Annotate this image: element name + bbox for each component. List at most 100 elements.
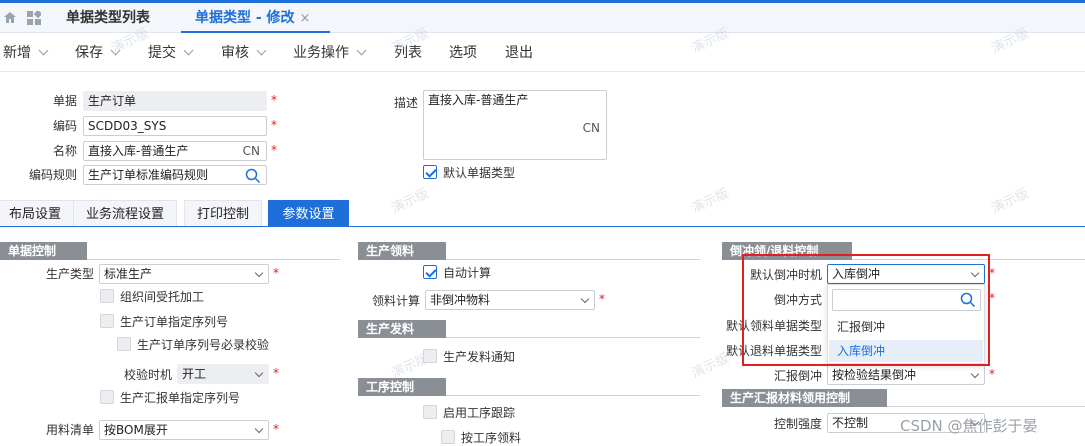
- check-time-select[interactable]: 开工: [177, 364, 269, 384]
- close-icon[interactable]: ×: [299, 11, 310, 26]
- desc-value: 直接入库-普通生产: [428, 93, 529, 107]
- tab-layout[interactable]: 布局设置: [0, 200, 75, 227]
- bom-value: 按BOM展开: [104, 423, 168, 437]
- doc-value: 生产订单: [88, 94, 137, 108]
- watermark: 演示版: [989, 186, 1032, 217]
- tab-bar: 单据类型列表 单据类型 - 修改 ×: [0, 3, 1085, 33]
- audit-button-label: 审核: [221, 45, 249, 61]
- report-seq-checkbox[interactable]: [100, 390, 114, 404]
- apps-icon[interactable]: [27, 9, 43, 25]
- section-title: 工序控制: [366, 380, 415, 394]
- toolbar: 新增 保存 提交 审核 业务操作 列表 选项 退出: [0, 34, 1085, 72]
- default-type-label: 默认单据类型: [443, 166, 516, 180]
- tab-params[interactable]: 参数设置: [268, 200, 349, 227]
- tab-underline: [0, 226, 1085, 227]
- language-suffix[interactable]: CN: [583, 119, 600, 137]
- outsource-checkbox[interactable]: [100, 289, 114, 303]
- bom-label: 用料清单: [45, 423, 94, 437]
- route-track-checkbox[interactable]: [423, 405, 437, 419]
- required-mark: *: [271, 118, 277, 132]
- options-button[interactable]: 选项: [449, 34, 477, 72]
- required-mark: *: [271, 93, 277, 107]
- name-label: 名称: [52, 144, 77, 158]
- section-report-material: 生产汇报材料领用控制: [722, 389, 1085, 407]
- required-mark: *: [273, 266, 279, 280]
- section-route-control: 工序控制: [358, 378, 700, 396]
- tab-edit[interactable]: 单据类型 - 修改 ×: [181, 3, 331, 33]
- auto-calc-checkbox[interactable]: [423, 265, 437, 279]
- chevron-down-icon: [183, 45, 194, 56]
- name-field[interactable]: 直接入库-普通生产 CN: [83, 141, 267, 161]
- report-bf-label: 汇报倒冲: [773, 369, 822, 383]
- audit-button[interactable]: 审核: [221, 34, 267, 72]
- save-button-label: 保存: [75, 45, 103, 61]
- chevron-down-icon: [356, 45, 367, 56]
- doc-field: 生产订单: [83, 91, 267, 111]
- watermark: 演示版: [389, 186, 432, 217]
- bom-select[interactable]: 按BOM展开: [99, 420, 269, 440]
- submit-button[interactable]: 提交: [148, 34, 194, 72]
- rule-value: 生产订单标准编码规则: [88, 168, 209, 182]
- pick-calc-label: 领料计算: [371, 294, 420, 308]
- section-title: 单据控制: [8, 244, 57, 258]
- ctrl-label: 控制强度: [773, 417, 822, 431]
- new-button[interactable]: 新增: [3, 34, 49, 72]
- order-seq-required-label: 生产订单序列号必录校验: [137, 338, 270, 352]
- default-type-checkbox[interactable]: [423, 165, 437, 179]
- tab-print[interactable]: 打印控制: [184, 200, 263, 227]
- pick-calc-value: 非倒冲物料: [430, 293, 491, 307]
- tab-workflow[interactable]: 业务流程设置: [73, 200, 178, 227]
- section-title: 生产汇报材料领用控制: [730, 391, 851, 405]
- auto-calc-label: 自动计算: [443, 266, 492, 280]
- section-doc-control: 单据控制: [0, 242, 340, 260]
- report-bf-select[interactable]: 按检验结果倒冲: [827, 365, 985, 385]
- language-suffix[interactable]: CN: [243, 142, 260, 160]
- route-pick-label: 按工序领料: [461, 431, 522, 445]
- required-mark: *: [271, 143, 277, 157]
- biz-ops-button[interactable]: 业务操作: [293, 34, 367, 72]
- section-prod-pick: 生产领料: [358, 242, 700, 260]
- required-mark: *: [273, 366, 279, 380]
- search-icon[interactable]: [245, 168, 261, 184]
- section-title: 生产领料: [366, 244, 415, 258]
- highlight-box: [742, 254, 990, 366]
- check-time-value: 开工: [182, 367, 207, 381]
- home-icon[interactable]: [3, 11, 17, 24]
- rule-label: 编码规则: [28, 168, 77, 182]
- submit-button-label: 提交: [148, 45, 176, 61]
- required-mark: *: [989, 367, 995, 381]
- outsource-label: 组织间受托加工: [120, 290, 205, 304]
- credit-watermark: CSDN @焦作彭于晏: [900, 417, 1038, 435]
- chevron-down-icon: [970, 369, 980, 379]
- watermark: 演示版: [689, 186, 732, 217]
- prod-type-label: 生产类型: [45, 267, 94, 281]
- pick-calc-select[interactable]: 非倒冲物料: [425, 290, 595, 310]
- report-seq-label: 生产汇报单指定序列号: [120, 391, 241, 405]
- doc-label: 单据: [52, 94, 77, 108]
- chevron-down-icon: [254, 268, 264, 278]
- chevron-down-icon: [38, 45, 49, 56]
- issue-notice-checkbox[interactable]: [423, 349, 437, 363]
- check-time-label: 校验时机: [123, 368, 172, 382]
- section-title: 生产发料: [366, 322, 415, 336]
- section-prod-issue: 生产发料: [358, 320, 700, 338]
- order-seq-checkbox[interactable]: [100, 314, 114, 328]
- order-seq-required-checkbox[interactable]: [117, 337, 131, 351]
- rule-field[interactable]: 生产订单标准编码规则: [83, 165, 267, 185]
- route-track-label: 启用工序跟踪: [443, 406, 516, 420]
- code-value: SCDD03_SYS: [88, 119, 167, 133]
- chevron-down-icon: [580, 294, 590, 304]
- route-pick-checkbox[interactable]: [441, 430, 455, 444]
- chevron-down-icon: [254, 368, 264, 378]
- tab-edit-label: 单据类型 - 修改: [195, 10, 295, 26]
- code-field[interactable]: SCDD03_SYS: [83, 116, 267, 136]
- biz-ops-button-label: 业务操作: [293, 45, 349, 61]
- desc-label: 描述: [393, 96, 418, 110]
- prod-type-value: 标准生产: [104, 267, 153, 281]
- prod-type-select[interactable]: 标准生产: [99, 264, 269, 284]
- code-label: 编码: [52, 119, 77, 133]
- required-mark: *: [599, 292, 605, 306]
- desc-field[interactable]: 直接入库-普通生产 CN: [423, 90, 607, 160]
- exit-button[interactable]: 退出: [505, 34, 533, 72]
- chevron-down-icon: [254, 424, 264, 434]
